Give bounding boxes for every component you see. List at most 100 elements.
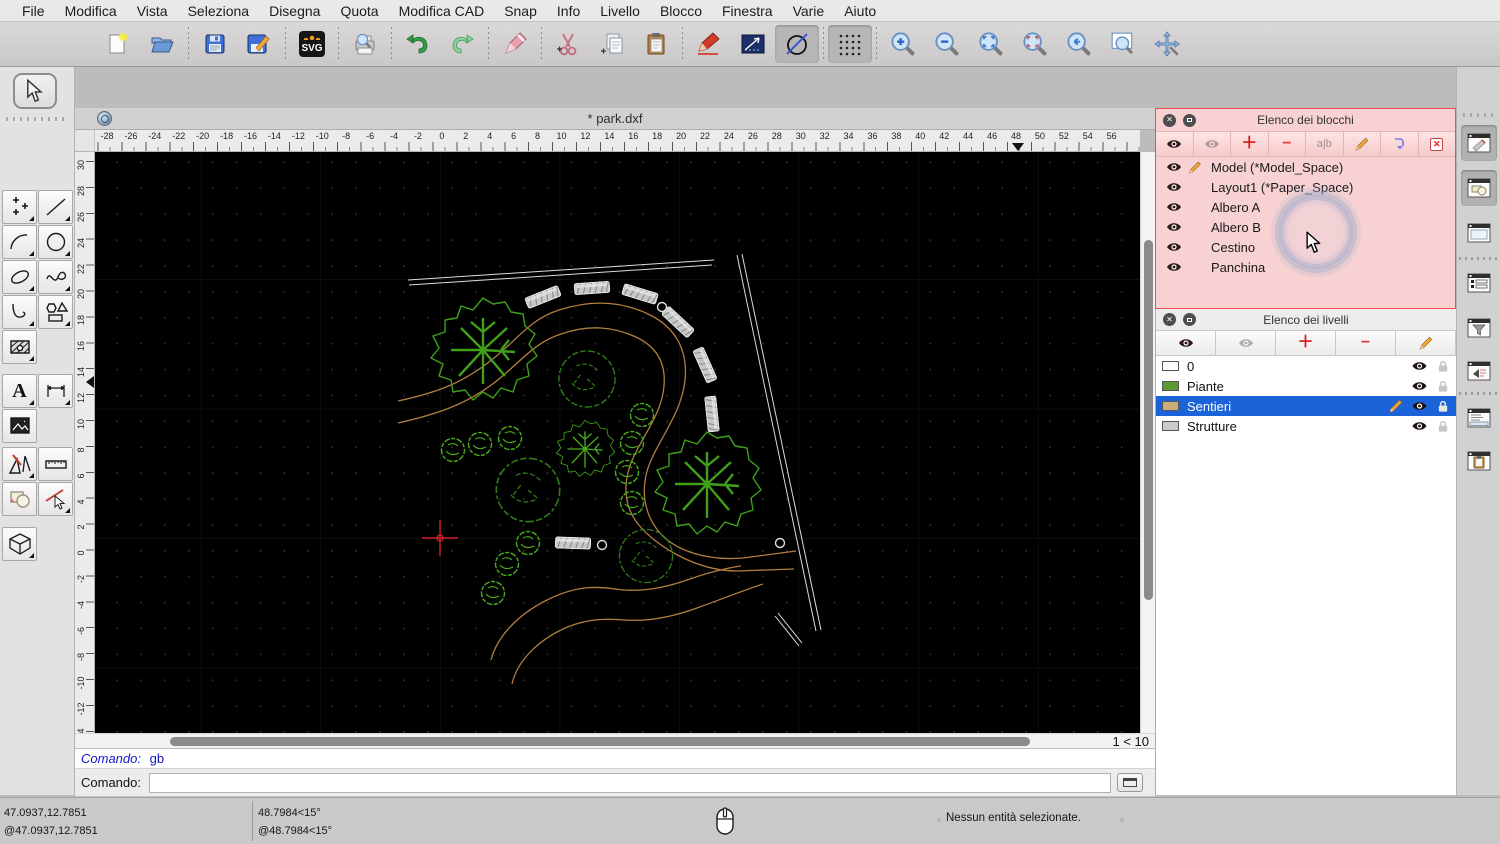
menu-item[interactable]: Modifica [55, 0, 127, 22]
horizontal-scrollbar[interactable]: 1 < 10 [75, 733, 1155, 749]
layer-lock-icon[interactable] [1436, 380, 1450, 393]
layer-color-swatch[interactable] [1162, 381, 1179, 391]
menu-item[interactable]: Vista [127, 0, 178, 22]
delete-button[interactable] [493, 25, 537, 63]
block-visibility-icon[interactable] [1166, 161, 1182, 173]
layer-name[interactable]: 0 [1187, 359, 1194, 374]
dock-block-list-button[interactable] [1461, 125, 1497, 161]
layers-remove-button[interactable]: − [1336, 331, 1396, 355]
zoom-in-button[interactable] [881, 25, 925, 63]
text-tool-button[interactable]: A [2, 374, 37, 408]
draw-circle-button[interactable] [775, 25, 819, 63]
export-svg-button[interactable]: SVG [290, 25, 334, 63]
menu-item[interactable]: Disegna [259, 0, 330, 22]
layer-lock-icon[interactable] [1436, 400, 1450, 413]
layer-name[interactable]: Piante [1187, 379, 1224, 394]
block-visibility-icon[interactable] [1166, 241, 1182, 253]
layer-edit-icon[interactable] [1388, 399, 1404, 413]
block-name[interactable]: Cestino [1211, 240, 1255, 255]
polyline-tool-button[interactable] [2, 295, 37, 329]
blocks-delete-button[interactable]: ✕ [1418, 132, 1455, 156]
layers-hide-all-button[interactable] [1216, 331, 1276, 355]
image-tool-button[interactable] [2, 409, 37, 443]
block-row[interactable]: Layout1 (*Paper_Space) [1156, 177, 1455, 197]
layer-color-swatch[interactable] [1162, 361, 1179, 371]
block-visibility-icon[interactable] [1166, 221, 1182, 233]
layer-visibility-icon[interactable] [1411, 420, 1428, 432]
dock-drag-handle[interactable] [1463, 113, 1495, 117]
blocks-edit-button[interactable] [1343, 132, 1381, 156]
menu-item[interactable]: Finestra [712, 0, 783, 22]
zoom-window-button[interactable] [1101, 25, 1145, 63]
menu-item[interactable]: Seleziona [178, 0, 260, 22]
dock-library-browser-button[interactable] [1461, 170, 1497, 206]
block-name[interactable]: Model (*Model_Space) [1211, 160, 1343, 175]
blocks-show-all-button[interactable] [1156, 132, 1194, 156]
layer-name[interactable]: Sentieri [1187, 399, 1231, 414]
layers-panel-close-button[interactable]: ✕ [1163, 313, 1176, 326]
line-tool-button[interactable] [38, 190, 73, 224]
palette-drag-handle[interactable] [6, 117, 68, 121]
paste-button[interactable] [634, 25, 678, 63]
layers-add-button[interactable]: ＋ [1276, 331, 1336, 355]
spline-tool-button[interactable] [38, 260, 73, 294]
arc-tool-button[interactable] [2, 225, 37, 259]
new-file-button[interactable] [96, 25, 140, 63]
draw-pencil-button[interactable] [687, 25, 731, 63]
save-button[interactable] [193, 25, 237, 63]
layers-edit-button[interactable] [1396, 331, 1456, 355]
grid-toggle-button[interactable] [828, 25, 872, 63]
layers-panel-float-button[interactable] [1183, 313, 1196, 326]
order-tool-button[interactable] [2, 482, 37, 516]
dock-layer-filter-button[interactable] [1461, 310, 1497, 346]
menu-item[interactable]: Info [547, 0, 590, 22]
dock-clipboard-button[interactable] [1461, 443, 1497, 479]
copy-button[interactable] [590, 25, 634, 63]
blocks-hide-all-button[interactable] [1193, 132, 1231, 156]
hatch-tool-button[interactable] [2, 330, 37, 364]
block-row[interactable]: Model (*Model_Space) [1156, 157, 1455, 177]
layer-row[interactable]: 0 [1156, 356, 1456, 376]
zoom-pan-button[interactable] [1145, 25, 1189, 63]
vertical-scrollbar[interactable] [1140, 152, 1155, 733]
menu-item[interactable]: Varie [783, 0, 835, 22]
redo-button[interactable] [440, 25, 484, 63]
undo-button[interactable] [396, 25, 440, 63]
menu-item[interactable]: Aiuto [834, 0, 886, 22]
blocks-remove-button[interactable]: − [1268, 132, 1306, 156]
layer-row[interactable]: Strutture [1156, 416, 1456, 436]
block-3d-tool-button[interactable] [2, 527, 37, 561]
drawing-canvas[interactable] [95, 152, 1140, 733]
layer-visibility-icon[interactable] [1411, 400, 1428, 412]
open-file-button[interactable] [140, 25, 184, 63]
zoom-auto-button[interactable] [969, 25, 1013, 63]
block-visibility-icon[interactable] [1166, 201, 1182, 213]
blocks-insert-button[interactable] [1381, 132, 1419, 156]
measure-tool-button[interactable] [38, 447, 73, 481]
dock-command-line-button[interactable] [1461, 400, 1497, 436]
dock-pen-palette-button[interactable] [1461, 353, 1497, 389]
horizontal-scrollbar-thumb[interactable] [170, 737, 1030, 746]
block-name[interactable]: Albero A [1211, 200, 1260, 215]
print-preview-button[interactable] [343, 25, 387, 63]
menu-item[interactable]: Snap [494, 0, 547, 22]
modify-tool-button[interactable] [2, 447, 37, 481]
blocks-panel-close-button[interactable]: ✕ [1163, 113, 1176, 127]
block-visibility-icon[interactable] [1166, 181, 1182, 193]
block-name[interactable]: Layout1 (*Paper_Space) [1211, 180, 1353, 195]
circle-tool-button[interactable] [38, 225, 73, 259]
command-keyboard-button[interactable] [1116, 773, 1143, 792]
select-tool-button[interactable] [13, 73, 57, 109]
layer-name[interactable]: Strutture [1187, 419, 1237, 434]
menu-item[interactable]: File [12, 0, 55, 22]
layer-lock-icon[interactable] [1436, 360, 1450, 373]
blocks-rename-button[interactable]: a|b [1306, 132, 1344, 156]
zoom-previous-button[interactable] [1057, 25, 1101, 63]
menu-item[interactable]: Blocco [650, 0, 712, 22]
layer-lock-icon[interactable] [1436, 420, 1450, 433]
ellipse-tool-button[interactable] [2, 260, 37, 294]
polygon-tool-button[interactable] [38, 295, 73, 329]
dock-command-widget-button[interactable] [1461, 215, 1497, 251]
blocks-add-button[interactable]: ＋ [1231, 132, 1269, 156]
layer-color-swatch[interactable] [1162, 421, 1179, 431]
